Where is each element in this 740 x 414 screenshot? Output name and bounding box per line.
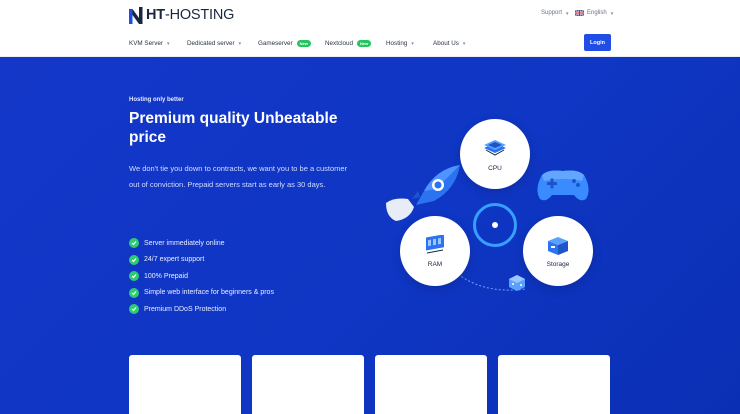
chevron-down-icon: ▼ — [565, 10, 570, 16]
logo-mark-icon — [129, 6, 143, 24]
feature-item: Simple web interface for beginners & pro… — [129, 285, 274, 302]
storage-label: Storage — [546, 260, 570, 268]
nav-item-label: Hosting — [386, 39, 408, 47]
feature-label: 24/7 expert support — [144, 256, 205, 264]
product-card[interactable] — [498, 355, 610, 414]
check-icon — [129, 304, 139, 315]
support-dropdown[interactable]: Support ▼ — [541, 10, 569, 16]
new-badge: New — [296, 39, 311, 47]
cpu-icon — [484, 139, 506, 156]
check-icon — [129, 254, 139, 265]
product-card[interactable] — [129, 355, 241, 414]
uk-flag-icon — [575, 10, 584, 16]
feature-label: Server immediately online — [144, 239, 225, 247]
nav-item-about-us[interactable]: About Us ▼ — [433, 40, 466, 47]
chevron-down-icon: ▼ — [410, 40, 415, 46]
cube-icon — [509, 275, 525, 291]
nav-item-hosting[interactable]: Hosting ▼ — [386, 40, 415, 47]
feature-item: Premium DDoS Protection — [129, 301, 274, 318]
nav-item-label: KVM Server — [129, 39, 163, 47]
hero-title: Premium quality Unbeatable price — [129, 110, 338, 146]
language-label: English — [587, 10, 607, 16]
nav-item-label: Dedicated server — [187, 39, 235, 47]
site-header: HT-HOSTING Support ▼ English ▼ KVM Serve… — [0, 0, 740, 57]
nav-item-gameserver[interactable]: Gameserver New — [258, 39, 311, 47]
feature-label: Simple web interface for beginners & pro… — [144, 289, 274, 297]
product-card[interactable] — [375, 355, 487, 414]
support-label: Support — [541, 10, 563, 16]
feature-label: 100% Prepaid — [144, 272, 188, 280]
check-icon — [129, 238, 139, 249]
feature-item: 24/7 expert support — [129, 252, 274, 269]
ram-badge: RAM — [400, 216, 470, 286]
hero-eyebrow: Hosting only better — [129, 97, 184, 103]
nav-item-nextcloud[interactable]: Nextcloud New — [325, 39, 372, 47]
language-dropdown[interactable]: English ▼ — [575, 10, 614, 16]
nav-item-label: Nextcloud — [325, 39, 354, 47]
cpu-label: CPU — [488, 164, 502, 172]
check-icon — [129, 287, 139, 298]
feature-item: Server immediately online — [129, 235, 274, 252]
hero-section: Hosting only better Premium quality Unbe… — [0, 57, 740, 414]
storage-icon — [548, 236, 568, 255]
nav-item-kvm-server[interactable]: KVM Server ▼ — [129, 40, 170, 47]
logo-text: HT-HOSTING — [146, 7, 235, 23]
rocket-icon — [412, 165, 460, 205]
nav-item-label: About Us — [433, 39, 459, 47]
chevron-down-icon: ▼ — [165, 40, 171, 46]
chevron-down-icon: ▼ — [237, 40, 243, 46]
product-card[interactable] — [252, 355, 364, 414]
storage-badge: Storage — [523, 216, 593, 286]
cpu-badge: CPU — [460, 119, 530, 189]
hero-description: We don't tie you down to contracts, we w… — [129, 164, 348, 189]
new-badge: New — [357, 39, 372, 47]
ram-label: RAM — [427, 260, 443, 268]
nav-item-label: Gameserver — [258, 39, 293, 47]
gamepad-icon — [537, 170, 589, 201]
feature-item: 100% Prepaid — [129, 268, 274, 285]
login-button[interactable]: Login — [584, 34, 611, 51]
ring-dot — [492, 222, 498, 228]
check-icon — [129, 271, 139, 282]
feature-label: Premium DDoS Protection — [144, 305, 227, 313]
feature-list: Server immediately online 24/7 expert su… — [129, 235, 274, 318]
chevron-down-icon: ▼ — [609, 10, 615, 16]
nav-item-dedicated-server[interactable]: Dedicated server ▼ — [187, 40, 242, 47]
logo[interactable]: HT-HOSTING — [129, 5, 234, 25]
ram-icon — [426, 234, 444, 253]
hero-illustration: CPU RAM Storage — [380, 115, 610, 305]
chevron-down-icon: ▼ — [461, 40, 467, 46]
